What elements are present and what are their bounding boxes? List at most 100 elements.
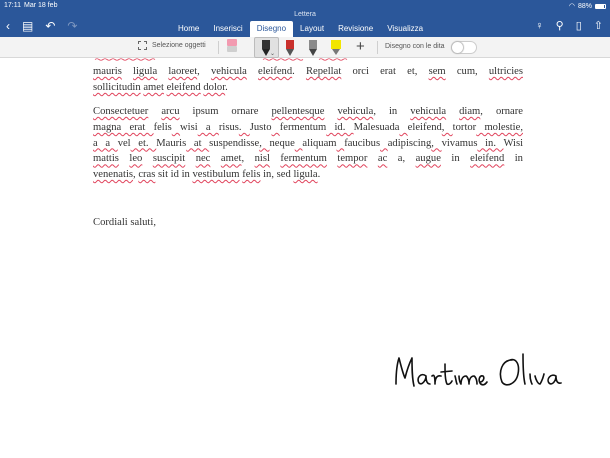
text-run	[247, 66, 258, 77]
text-run: cum,	[445, 66, 489, 77]
text-run	[148, 106, 161, 117]
left-toolbar: ‹ ▤ ↶ ↷	[6, 19, 77, 33]
misspelled-word: amet	[220, 153, 242, 165]
text-line: magna erat felis wisi a risus. Justo fer…	[93, 120, 523, 136]
document-icon[interactable]: ▯	[576, 19, 582, 33]
redo-icon[interactable]: ↷	[67, 19, 77, 33]
misspelled-word	[272, 122, 280, 133]
text-run: vivamus	[441, 137, 478, 149]
text-run: sit id in	[155, 169, 193, 181]
misspelled-word: pellentesque	[271, 106, 325, 117]
misspelled-word: ac	[377, 153, 388, 165]
toolbar-divider	[377, 41, 378, 54]
text-line: sollicitudin amet eleifend dolor.	[93, 80, 523, 96]
back-icon[interactable]: ‹	[6, 19, 10, 33]
misspelled-word: at	[186, 137, 210, 149]
misspelled-word: sem	[428, 66, 446, 77]
text-run: tortor	[452, 121, 477, 133]
share-icon[interactable]: ⇧	[594, 19, 603, 33]
text-run: a,	[387, 153, 416, 165]
misspelled-word: vehicula	[210, 66, 247, 77]
add-pen-icon[interactable]: +	[356, 38, 365, 56]
text-run	[327, 153, 337, 164]
text-run: in, sed	[260, 169, 294, 181]
select-objects-button[interactable]: Selezione oggetti	[138, 41, 206, 50]
text-run: Malesuada	[353, 121, 400, 133]
misspelled-word: magna erat	[93, 121, 154, 133]
misspelled-word: a	[197, 121, 219, 133]
misspelled-word: ,	[431, 137, 442, 149]
text-run: aliquam	[302, 137, 337, 149]
finger-drawing-toggle[interactable]	[451, 41, 477, 54]
text-run: eleifend	[407, 121, 442, 133]
misspelled-word: et.	[130, 137, 157, 149]
misspelled-word: fermentum	[280, 153, 327, 165]
eraser-tool[interactable]	[226, 39, 238, 53]
misspelled-word	[172, 122, 180, 133]
misspelled-word: ,	[441, 121, 453, 133]
text-run	[270, 153, 280, 164]
misspelled-word: felis	[242, 169, 261, 181]
file-icon[interactable]: ▤	[22, 19, 33, 33]
lightbulb-icon[interactable]: ♀	[535, 19, 543, 33]
search-icon[interactable]: ⚲	[556, 19, 564, 33]
text-run	[185, 153, 195, 164]
text-line: a a vel et. Mauris at suspendisse, neque…	[93, 136, 523, 152]
right-toolbar: ♀ ⚲ ▯ ⇧	[535, 19, 603, 33]
text-run: suspendisse	[209, 137, 260, 149]
misspelled-word	[399, 122, 407, 133]
misspelled-word: vehicula	[337, 106, 374, 117]
battery-icon	[595, 3, 606, 9]
text-run: , ornare	[480, 106, 523, 117]
text-run: .	[292, 66, 306, 77]
text-run: .	[317, 169, 321, 181]
text-run: , in	[373, 106, 411, 117]
text-run: ,	[197, 66, 211, 77]
misspelled-word: Consectetuer	[93, 106, 149, 117]
text-run	[324, 106, 337, 117]
text-run: fermentum	[279, 121, 327, 133]
toolbar-divider	[218, 41, 219, 54]
text-run: Justo	[249, 121, 272, 133]
text-run: felis	[153, 121, 172, 133]
misspelled-word: cras	[138, 169, 156, 181]
finger-drawing-label: Disegno con le dita	[385, 43, 445, 50]
undo-icon[interactable]: ↶	[45, 19, 55, 33]
ribbon-header: 17:11 Mar 18 feb ◠ 88% Lettera ‹ ▤ ↶ ↷ H…	[0, 0, 610, 39]
text-run	[446, 106, 459, 117]
status-date: Mar 18 feb	[24, 2, 58, 9]
text-run	[367, 153, 377, 164]
misspelled-word: diam	[459, 106, 481, 117]
misspelled-word: laoreet	[168, 66, 198, 77]
text-run: Wisi	[503, 137, 524, 149]
misspelled-word: suscipit	[152, 153, 186, 165]
text-run: Mauris	[156, 137, 187, 149]
battery-percent: 88%	[577, 2, 592, 10]
misspelled-word	[380, 138, 388, 149]
misspelled-word: a a	[93, 137, 118, 149]
misspelled-word: molestie,	[476, 121, 523, 133]
closing-line: Cordiali saluti,	[93, 217, 156, 228]
misspelled-word: ultricies	[488, 66, 523, 77]
text-run	[122, 66, 133, 77]
misspelled-word: augue	[415, 153, 441, 165]
misspelled-word: nec	[195, 153, 211, 165]
misspelled-word: in.	[477, 137, 504, 149]
status-time: 17:11	[4, 2, 21, 9]
misspelled-word: vestibulum	[192, 169, 240, 181]
handwritten-signature[interactable]	[390, 350, 570, 398]
misspelled-word: id.	[326, 121, 354, 133]
wifi-icon: ◠	[568, 3, 575, 10]
misspelled-word: ligula	[133, 66, 158, 77]
misspelled-word: venenatis	[93, 169, 134, 181]
text-run: faucibus	[344, 137, 381, 149]
misspelled-word: mattis	[93, 153, 119, 165]
misspelled-word: ligula	[293, 169, 318, 181]
marquee-select-icon	[138, 41, 147, 50]
misspelled-word: Repellat	[305, 66, 342, 77]
chevron-down-icon[interactable]: ⌄	[270, 50, 275, 57]
misspelled-word: eleifend	[470, 153, 505, 165]
status-indicators: ◠ 88%	[569, 2, 606, 10]
eraser-icon	[227, 39, 237, 46]
text-run: in	[504, 153, 523, 165]
